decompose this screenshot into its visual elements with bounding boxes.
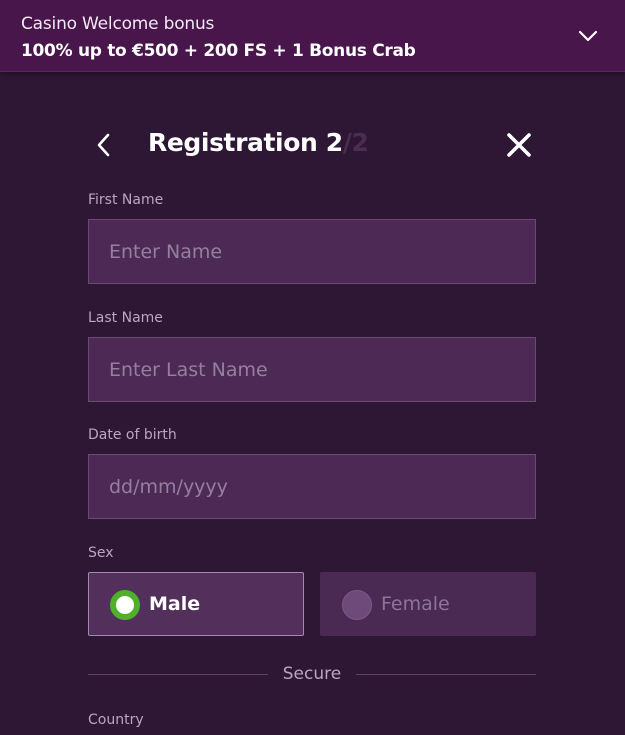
last-name-label: Last Name [88, 310, 163, 326]
radio-selected-icon[interactable] [110, 590, 140, 620]
date-of-birth-field[interactable] [88, 454, 536, 519]
sex-option-female[interactable]: Female [320, 572, 536, 636]
last-name-field[interactable] [88, 337, 536, 402]
sex-option-female-label: Female [381, 593, 450, 615]
sex-option-male-label: Male [149, 593, 201, 615]
sex-option-male[interactable]: Male [88, 572, 304, 636]
bonus-banner[interactable]: Casino Welcome bonus 100% up to €500 + 2… [0, 0, 625, 72]
title-text: Registration [148, 128, 318, 157]
date-of-birth-label: Date of birth [88, 427, 177, 443]
banner-offer: 100% up to €500 + 200 FS + 1 Bonus Crab [21, 41, 416, 61]
chevron-down-icon[interactable] [576, 26, 600, 46]
banner-title: Casino Welcome bonus [21, 14, 215, 34]
step-current: 2 [325, 128, 343, 157]
step-total: /2 [342, 128, 369, 157]
sex-label: Sex [88, 545, 114, 561]
chevron-left-icon[interactable] [92, 131, 116, 159]
close-icon[interactable] [505, 131, 533, 159]
divider-line-right [356, 674, 536, 675]
radio-unselected-icon[interactable] [342, 590, 372, 620]
first-name-field[interactable] [88, 219, 536, 284]
page-title: Registration 2/2 [148, 128, 369, 157]
first-name-label: First Name [88, 192, 164, 208]
secure-divider-label: Secure [282, 664, 342, 684]
country-label: Country [88, 712, 144, 728]
divider-line-left [88, 674, 268, 675]
